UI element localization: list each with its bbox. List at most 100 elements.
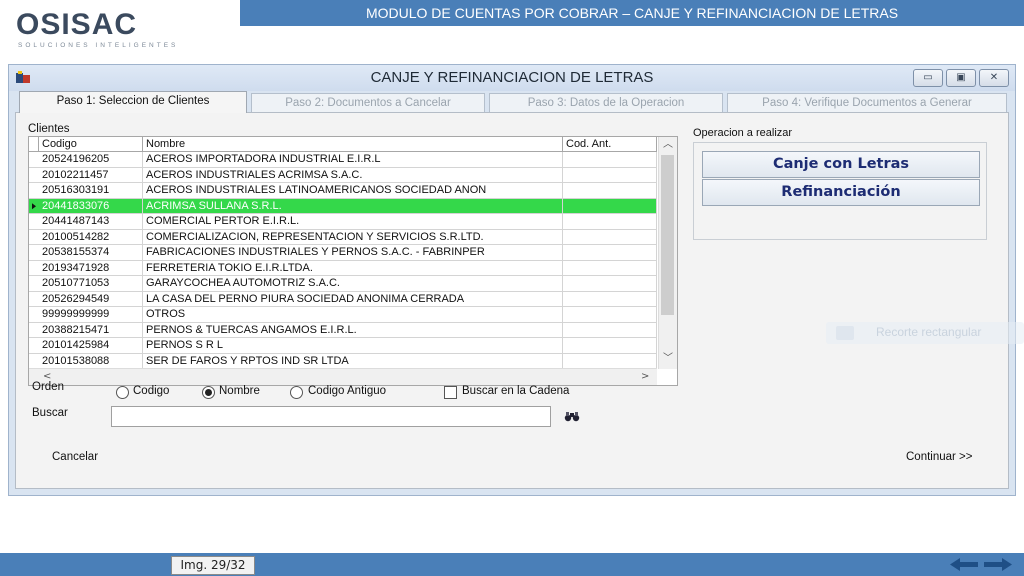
table-row[interactable]: 20524196205 ACEROS IMPORTADORA INDUSTRIA…: [29, 152, 657, 168]
cell-codigo: 20510771053: [39, 276, 143, 291]
order-label: Orden: [32, 381, 64, 393]
ghost-tooltip: Recorte rectangular: [826, 322, 1024, 344]
cell-codigo: 20516303191: [39, 183, 143, 198]
snip-icon: [836, 326, 854, 340]
slide-navigation: [948, 556, 1014, 573]
table-row-selected[interactable]: 20441833076 ACRIMSA SULLANA S.R.L.: [29, 198, 657, 214]
radio-codigo[interactable]: [116, 386, 129, 399]
close-button[interactable]: ✕: [979, 69, 1009, 87]
column-codigo[interactable]: Codigo: [39, 137, 143, 151]
cell-cod-ant: [563, 291, 657, 306]
cell-cod-ant: [563, 198, 657, 213]
cell-nombre: LA CASA DEL PERNO PIURA SOCIEDAD ANONIMA…: [143, 291, 563, 306]
cell-nombre: PERNOS S R L: [143, 338, 563, 353]
operation-label: Operacion a realizar: [693, 127, 793, 139]
search-input[interactable]: [111, 406, 551, 427]
image-counter: Img. 29/32: [171, 556, 255, 575]
cell-codigo: 20526294549: [39, 291, 143, 306]
cell-cod-ant: [563, 353, 657, 368]
cell-codigo: 20102211457: [39, 167, 143, 182]
cell-codigo: 99999999999: [39, 307, 143, 322]
logo-text: OSISAC: [16, 8, 138, 41]
buscar-en-cadena-checkbox[interactable]: [444, 386, 457, 399]
radio-selected-dot: [205, 389, 212, 396]
cell-cod-ant: [563, 307, 657, 322]
radio-codigo-antiguo-label: Codigo Antiguo: [308, 385, 387, 397]
row-pointer-icon: [32, 202, 36, 209]
table-row[interactable]: 20100514282 COMERCIALIZACION, REPRESENTA…: [29, 229, 657, 245]
radio-nombre[interactable]: [202, 386, 215, 399]
minimize-button[interactable]: ▭: [913, 69, 943, 87]
tab-paso-2[interactable]: Paso 2: Documentos a Cancelar: [251, 93, 485, 112]
cell-nombre: OTROS: [143, 307, 563, 322]
cell-cod-ant: [563, 338, 657, 353]
table-row[interactable]: 20102211457 ACEROS INDUSTRIALES ACRIMSA …: [29, 167, 657, 183]
table-row[interactable]: 99999999999 OTROS: [29, 307, 657, 323]
cell-codigo: 20388215471: [39, 322, 143, 337]
binoculars-icon[interactable]: [564, 410, 580, 422]
row-header-corner: [29, 137, 39, 151]
nav-arrows-icon: [950, 558, 1012, 571]
tab-paso-3[interactable]: Paso 3: Datos de la Operacion: [489, 93, 723, 112]
cell-codigo: 20101425984: [39, 338, 143, 353]
canje-con-letras-button[interactable]: Canje con Letras: [702, 151, 980, 178]
scroll-down-icon[interactable]: ﹀: [663, 351, 673, 367]
cell-cod-ant: [563, 276, 657, 291]
cancel-button[interactable]: Cancelar: [52, 451, 98, 463]
logo-tagline: SOLUCIONES INTELIGENTES: [18, 42, 179, 49]
cell-cod-ant: [563, 229, 657, 244]
radio-codigo-antiguo[interactable]: [290, 386, 303, 399]
table-row[interactable]: 20510771053 GARAYCOCHEA AUTOMOTRIZ S.A.C…: [29, 276, 657, 292]
table-row[interactable]: 20516303191 ACEROS INDUSTRIALES LATINOAM…: [29, 183, 657, 199]
table-row[interactable]: 20101425984 PERNOS S R L: [29, 338, 657, 354]
table-row[interactable]: 20526294549 LA CASA DEL PERNO PIURA SOCI…: [29, 291, 657, 307]
table-row[interactable]: 20538155374 FABRICACIONES INDUSTRIALES Y…: [29, 245, 657, 261]
table-row[interactable]: 20193471928 FERRETERIA TOKIO E.I.R.LTDA.: [29, 260, 657, 276]
cell-codigo: 20538155374: [39, 245, 143, 260]
table-row[interactable]: 20388215471 PERNOS & TUERCAS ANGAMOS E.I…: [29, 322, 657, 338]
cell-cod-ant: [563, 260, 657, 275]
cell-nombre: FABRICACIONES INDUSTRIALES Y PERNOS S.A.…: [143, 245, 563, 260]
cell-codigo: 20101538088: [39, 353, 143, 368]
tab-paso-4[interactable]: Paso 4: Verifique Documentos a Generar: [727, 93, 1007, 112]
logo-wordmark: OSISAC: [16, 10, 137, 40]
cell-cod-ant: [563, 183, 657, 198]
clients-label: Clientes: [28, 123, 70, 135]
continue-button[interactable]: Continuar >>: [906, 451, 973, 463]
grid-horizontal-scrollbar[interactable]: < >: [29, 368, 657, 385]
cell-codigo: 20524196205: [39, 152, 143, 167]
cell-cod-ant: [563, 167, 657, 182]
cell-codigo: 20441487143: [39, 214, 143, 229]
grid-header: Codigo Nombre Cod. Ant.: [29, 137, 657, 152]
cell-nombre: ACEROS IMPORTADORA INDUSTRIAL E.I.R.L: [143, 152, 563, 167]
cell-nombre: PERNOS & TUERCAS ANGAMOS E.I.R.L.: [143, 322, 563, 337]
cell-nombre: SER DE FAROS Y RPTOS IND SR LTDA: [143, 353, 563, 368]
table-row[interactable]: 20441487143 COMERCIAL PERTOR E.I.R.L.: [29, 214, 657, 230]
cell-nombre: FERRETERIA TOKIO E.I.R.LTDA.: [143, 260, 563, 275]
maximize-button[interactable]: ▣: [946, 69, 976, 87]
cell-cod-ant: [563, 152, 657, 167]
tab-paso-1[interactable]: Paso 1: Seleccion de Clientes: [19, 91, 247, 113]
buscar-en-cadena-label: Buscar en la Cadena: [462, 385, 570, 397]
next-arrow-icon[interactable]: [984, 558, 1012, 571]
previous-arrow-icon[interactable]: [950, 558, 978, 571]
cell-codigo: 20193471928: [39, 260, 143, 275]
table-row[interactable]: 20101538088 SER DE FAROS Y RPTOS IND SR …: [29, 353, 657, 369]
maximize-icon: ▣: [956, 72, 966, 83]
vertical-scroll-thumb[interactable]: [661, 155, 674, 315]
grid-vertical-scrollbar[interactable]: ︿ ﹀: [658, 137, 677, 369]
slide-title: MODULO DE CUENTAS POR COBRAR – CANJE Y R…: [240, 0, 1024, 26]
minimize-icon: ▭: [923, 72, 933, 83]
clients-grid[interactable]: Codigo Nombre Cod. Ant. 20524196205 ACER…: [28, 136, 678, 386]
radio-nombre-label: Nombre: [219, 385, 260, 397]
scroll-up-icon[interactable]: ︿: [663, 137, 673, 153]
step-panel: Clientes Codigo Nombre Cod. Ant. 2052419…: [15, 112, 1009, 489]
refinanciacion-button[interactable]: Refinanciación: [702, 179, 980, 206]
cell-codigo: 20441833076: [39, 198, 143, 213]
column-nombre[interactable]: Nombre: [143, 137, 563, 151]
column-cod-ant[interactable]: Cod. Ant.: [563, 137, 657, 151]
window-titlebar: CANJE Y REFINANCIACION DE LETRAS ▭ ▣ ✕: [9, 65, 1015, 91]
scroll-right-icon[interactable]: >: [641, 369, 649, 385]
cell-codigo: 20100514282: [39, 229, 143, 244]
search-label: Buscar: [32, 407, 68, 419]
